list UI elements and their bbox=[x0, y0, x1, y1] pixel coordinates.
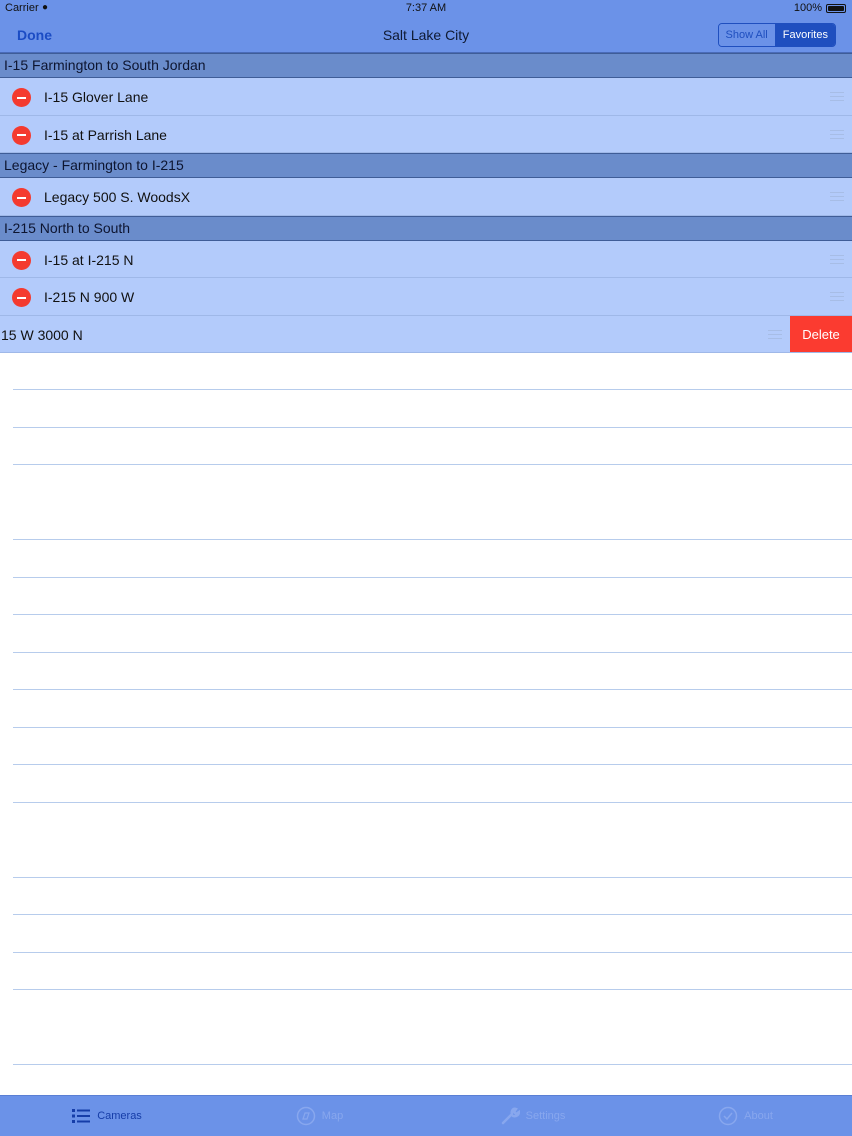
row-separator bbox=[13, 726, 852, 728]
camera-label: I-15 at I-215 N bbox=[44, 251, 134, 268]
row-separator bbox=[13, 389, 852, 390]
reorder-handle-icon[interactable] bbox=[830, 129, 844, 139]
list-item[interactable]: I-215 N 900 W bbox=[0, 278, 852, 316]
list-item[interactable]: I-15 at I-215 N bbox=[0, 240, 852, 278]
delete-toggle-icon[interactable] bbox=[12, 288, 31, 307]
row-separator bbox=[13, 876, 852, 878]
tab-label: Cameras bbox=[97, 1110, 142, 1122]
map-icon bbox=[296, 1106, 316, 1126]
row-separator bbox=[13, 951, 852, 953]
tab-label: About bbox=[744, 1110, 773, 1122]
tab-settings[interactable]: Settings bbox=[426, 1096, 639, 1136]
row-separator bbox=[13, 989, 852, 990]
row-separator bbox=[13, 576, 852, 578]
row-separator bbox=[13, 689, 852, 690]
status-bar: Carrier ●​ 7:37 AM 100% bbox=[0, 0, 852, 17]
delete-button[interactable]: Delete bbox=[790, 315, 852, 352]
tab-map[interactable]: Map bbox=[213, 1096, 426, 1136]
row-separator bbox=[13, 764, 852, 765]
reorder-handle-icon[interactable] bbox=[830, 254, 844, 264]
section-header: I-215 North to South bbox=[0, 215, 852, 241]
row-separator bbox=[13, 464, 852, 465]
favorites-list: I-15 Farmington to South Jordan I-15 Glo… bbox=[0, 53, 852, 353]
row-separator bbox=[13, 801, 852, 803]
battery-percent: 100% bbox=[793, 2, 822, 14]
list-item-swiped[interactable]: 15 W 3000 N Delete bbox=[0, 315, 852, 353]
section-header: I-15 Farmington to South Jordan bbox=[0, 53, 852, 78]
camera-label: I-15 at Parrish Lane bbox=[44, 126, 167, 143]
list-icon bbox=[72, 1109, 91, 1123]
delete-toggle-icon[interactable] bbox=[12, 250, 31, 270]
section-header: Legacy - Farmington to I-215 bbox=[0, 153, 852, 178]
view-segmented-control[interactable]: Show All Favorites bbox=[717, 23, 836, 47]
camera-label: I-15 Glover Lane bbox=[44, 89, 149, 105]
reorder-handle-icon[interactable] bbox=[830, 292, 844, 301]
camera-label: Legacy 500 S. WoodsX bbox=[44, 189, 191, 205]
reorder-handle-icon[interactable] bbox=[768, 329, 782, 339]
row-separator bbox=[13, 426, 852, 428]
reorder-handle-icon[interactable] bbox=[830, 192, 844, 201]
favorites-segment[interactable]: Favorites bbox=[775, 24, 835, 46]
delete-toggle-icon[interactable] bbox=[12, 88, 31, 107]
list-item[interactable]: I-15 Glover Lane bbox=[0, 78, 852, 116]
row-separator bbox=[13, 539, 852, 540]
delete-toggle-icon[interactable] bbox=[12, 125, 31, 145]
row-separator bbox=[13, 614, 852, 615]
navigation-bar: Done Salt Lake City Show All Favorites bbox=[0, 17, 852, 53]
status-time: 7:37 AM bbox=[405, 2, 447, 14]
wrench-icon bbox=[501, 1107, 520, 1125]
delete-toggle-icon[interactable] bbox=[12, 188, 31, 207]
tab-about[interactable]: About bbox=[639, 1096, 852, 1136]
row-separator bbox=[13, 651, 852, 653]
tab-label: Map bbox=[321, 1110, 344, 1122]
empty-table-area bbox=[0, 353, 852, 1095]
camera-label: I-215 N 900 W bbox=[44, 289, 135, 305]
battery-icon bbox=[826, 4, 846, 13]
tab-cameras[interactable]: Cameras bbox=[0, 1096, 213, 1136]
camera-label: 15 W 3000 N bbox=[1, 326, 83, 343]
list-item[interactable]: I-15 at Parrish Lane bbox=[0, 115, 852, 153]
info-icon bbox=[718, 1106, 738, 1126]
list-item[interactable]: Legacy 500 S. WoodsX bbox=[0, 178, 852, 216]
row-separator bbox=[13, 914, 852, 915]
tab-label: Settings bbox=[525, 1110, 566, 1122]
row-separator bbox=[13, 1064, 852, 1065]
tab-bar: Cameras Map Settings About bbox=[0, 1095, 852, 1136]
show-all-segment[interactable]: Show All bbox=[718, 24, 776, 46]
reorder-handle-icon[interactable] bbox=[830, 92, 844, 101]
